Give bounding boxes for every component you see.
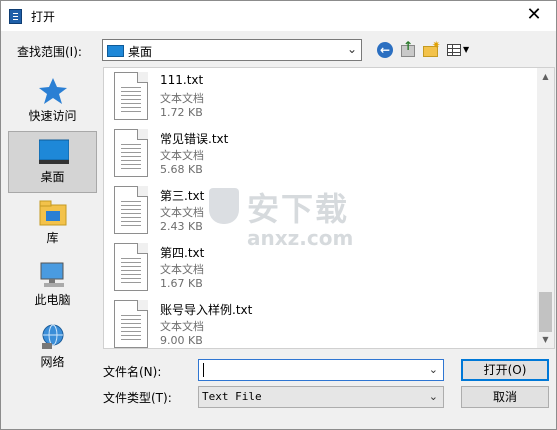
scroll-down-icon[interactable]: ▼: [537, 331, 554, 348]
text-file-icon: [114, 129, 148, 177]
lookin-value: 桌面: [128, 45, 153, 59]
filetype-value: Text File: [202, 390, 262, 403]
place-label: 桌面: [40, 170, 65, 184]
place-label: 网络: [40, 355, 65, 369]
file-type: 文本文档: [160, 263, 204, 276]
back-icon[interactable]: ←: [376, 41, 394, 59]
filetype-select[interactable]: Text File ⌄: [198, 386, 444, 408]
list-item[interactable]: 账号导入样例.txt 文本文档 9.00 KB: [114, 298, 514, 348]
place-desktop[interactable]: 桌面: [8, 131, 97, 193]
lookin-label: 查找范围(I):: [17, 45, 82, 59]
list-item[interactable]: 111.txt 文本文档 1.72 KB: [114, 70, 514, 124]
text-caret: [203, 363, 204, 377]
scroll-up-icon[interactable]: ▲: [537, 68, 554, 85]
text-file-icon: [114, 186, 148, 234]
lookin-dropdown[interactable]: 桌面 ⌄: [102, 39, 362, 61]
open-file-dialog: 打开 ✕ 查找范围(I): 桌面 ⌄ ← ↑ ✷ ▼ 快速访问 桌面 库 此电脑…: [0, 0, 557, 430]
app-icon: [9, 9, 22, 24]
places-bar: 快速访问 桌面 库 此电脑 网络: [8, 67, 99, 383]
place-label: 快速访问: [28, 109, 77, 123]
place-library[interactable]: 库: [8, 193, 97, 255]
star-icon: [39, 78, 67, 104]
file-size: 1.72 KB: [160, 106, 203, 119]
list-item[interactable]: 第四.txt 文本文档 1.67 KB: [114, 241, 514, 295]
place-quick-access[interactable]: 快速访问: [8, 71, 97, 133]
computer-icon: [40, 262, 64, 287]
file-name: 第四.txt: [160, 246, 205, 260]
chevron-down-icon: ⌄: [428, 390, 438, 403]
filename-input[interactable]: ⌄: [198, 359, 444, 381]
desktop-icon: [39, 139, 69, 164]
up-folder-icon[interactable]: ↑: [399, 39, 417, 59]
library-icon: [39, 200, 67, 226]
file-type: 文本文档: [160, 149, 204, 162]
list-item[interactable]: 常见错误.txt 文本文档 5.68 KB: [114, 127, 514, 181]
vertical-scrollbar[interactable]: ▲ ▼: [537, 68, 554, 348]
list-item[interactable]: 第三.txt 文本文档 2.43 KB: [114, 184, 514, 238]
file-size: 5.68 KB: [160, 163, 203, 176]
place-network[interactable]: 网络: [8, 317, 97, 379]
filename-label: 文件名(N):: [103, 365, 162, 379]
filetype-label: 文件类型(T):: [103, 391, 172, 405]
file-type: 文本文档: [160, 206, 204, 219]
chevron-down-icon[interactable]: ⌄: [429, 363, 438, 376]
file-name: 账号导入样例.txt: [160, 303, 253, 317]
file-size: 9.00 KB: [160, 334, 203, 347]
text-file-icon: [114, 300, 148, 348]
network-icon: [42, 324, 64, 349]
view-menu-icon[interactable]: ▼: [447, 41, 473, 59]
text-file-icon: [114, 72, 148, 120]
file-type: 文本文档: [160, 320, 204, 333]
place-this-pc[interactable]: 此电脑: [8, 255, 97, 317]
file-name: 111.txt: [160, 73, 204, 87]
title-bar: 打开 ✕: [1, 1, 556, 31]
cancel-button[interactable]: 取消: [461, 386, 549, 408]
place-label: 此电脑: [34, 293, 71, 307]
scroll-thumb[interactable]: [539, 292, 552, 332]
chevron-down-icon: ⌄: [346, 42, 357, 56]
file-size: 1.67 KB: [160, 277, 203, 290]
file-name: 常见错误.txt: [160, 132, 229, 146]
file-list[interactable]: 111.txt 文本文档 1.72 KB 常见错误.txt 文本文档 5.68 …: [103, 67, 555, 349]
close-icon[interactable]: ✕: [512, 1, 556, 31]
file-type: 文本文档: [160, 92, 204, 105]
text-file-icon: [114, 243, 148, 291]
file-size: 2.43 KB: [160, 220, 203, 233]
open-button[interactable]: 打开(O): [461, 359, 549, 381]
desktop-icon: [107, 45, 124, 57]
place-label: 库: [46, 231, 59, 245]
window-title: 打开: [31, 10, 56, 24]
new-folder-icon[interactable]: ✷: [422, 40, 440, 59]
file-name: 第三.txt: [160, 189, 205, 203]
